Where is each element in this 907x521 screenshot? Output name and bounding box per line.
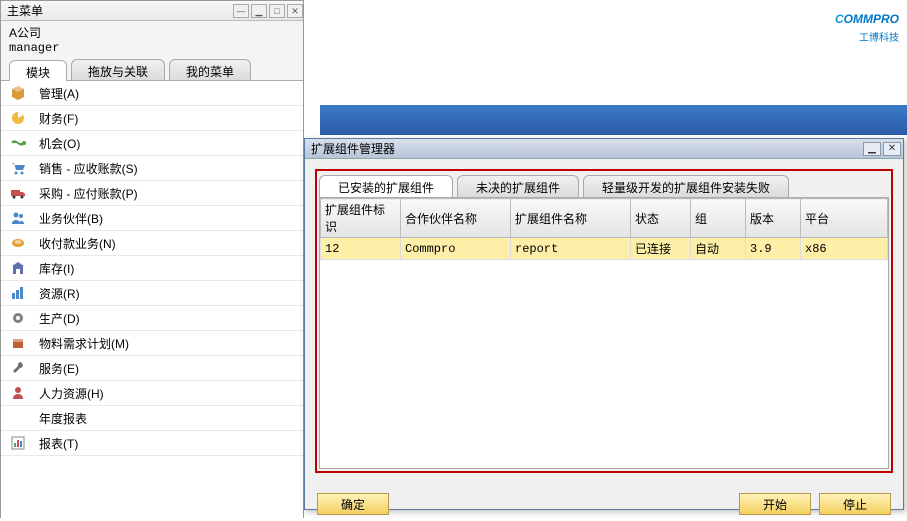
logo-text: COMMPRO (835, 6, 899, 29)
module-label: 报表(T) (35, 435, 78, 452)
blank-icon (9, 409, 27, 427)
cell-partner: Commpro (401, 238, 511, 260)
maximize-icon[interactable]: □ (269, 4, 285, 18)
bars-icon (9, 284, 27, 302)
col-id[interactable]: 扩展组件标识 (321, 199, 401, 238)
company-label: A公司 (1, 21, 303, 41)
module-label: 库存(I) (35, 260, 74, 277)
module-label: 销售 - 应收账款(S) (35, 160, 138, 177)
module-label: 管理(A) (35, 85, 79, 102)
module-label: 服务(E) (35, 360, 79, 377)
truck-icon (9, 184, 27, 202)
module-item-5[interactable]: 业务伙伴(B) (1, 206, 303, 231)
people-icon (9, 209, 27, 227)
logo: COMMPRO 工博科技 (835, 6, 899, 44)
module-item-6[interactable]: 收付款业务(N) (1, 231, 303, 256)
col-version[interactable]: 版本 (746, 199, 801, 238)
col-partner[interactable]: 合作伙伴名称 (401, 199, 511, 238)
cell-group: 自动 (691, 238, 746, 260)
flow-icon (9, 134, 27, 152)
dialog-body: 已安装的扩展组件 未决的扩展组件 轻量级开发的扩展组件安装失败 扩展组件标识 合… (305, 159, 903, 483)
logo-subtitle: 工博科技 (835, 29, 899, 44)
wrench-icon (9, 359, 27, 377)
module-item-1[interactable]: 财务(F) (1, 106, 303, 131)
main-menu-tabs: 模块 拖放与关联 我的菜单 (1, 59, 303, 81)
cell-platform: x86 (801, 238, 888, 260)
cube-icon (9, 84, 27, 102)
main-menu-title: 主菜单 (7, 1, 43, 21)
col-group[interactable]: 组 (691, 199, 746, 238)
start-button[interactable]: 开始 (739, 493, 811, 515)
col-status[interactable]: 状态 (631, 199, 691, 238)
module-item-8[interactable]: 资源(R) (1, 281, 303, 306)
module-label: 人力资源(H) (35, 385, 104, 402)
extension-manager-dialog: 扩展组件管理器 ▁ ✕ 已安装的扩展组件 未决的扩展组件 轻量级开发的扩展组件安… (304, 138, 904, 510)
header-bar (320, 105, 907, 135)
extension-tabs: 已安装的扩展组件 未决的扩展组件 轻量级开发的扩展组件安装失败 (319, 175, 889, 197)
main-menu-title-buttons: — ▁ □ ✕ (231, 4, 303, 18)
module-item-11[interactable]: 服务(E) (1, 356, 303, 381)
tab-mymenu[interactable]: 我的菜单 (169, 59, 251, 80)
close-icon[interactable]: ✕ (287, 4, 303, 18)
module-list: 管理(A) 财务(F) 机会(O) 销售 - 应收账款(S) 采购 - 应付账款(P) 业… (1, 81, 303, 521)
dialog-title-buttons: ▁ ✕ (863, 142, 901, 156)
module-item-3[interactable]: 销售 - 应收账款(S) (1, 156, 303, 181)
module-label: 物料需求计划(M) (35, 335, 129, 352)
extension-table: 扩展组件标识 合作伙伴名称 扩展组件名称 状态 组 版本 平台 12Commpr… (320, 198, 888, 260)
tab-installed[interactable]: 已安装的扩展组件 (319, 175, 453, 197)
person-icon (9, 384, 27, 402)
module-label: 生产(D) (35, 310, 80, 327)
cart-icon (9, 159, 27, 177)
col-name[interactable]: 扩展组件名称 (511, 199, 631, 238)
module-item-4[interactable]: 采购 - 应付账款(P) (1, 181, 303, 206)
pkg-icon (9, 334, 27, 352)
module-item-13[interactable]: 年度报表 (1, 406, 303, 431)
user-label: manager (1, 41, 303, 59)
cell-status: 已连接 (631, 238, 691, 260)
module-item-9[interactable]: 生产(D) (1, 306, 303, 331)
module-label: 业务伙伴(B) (35, 210, 103, 227)
tab-dragdrop[interactable]: 拖放与关联 (71, 59, 165, 80)
ok-button[interactable]: 确定 (317, 493, 389, 515)
collapse-icon[interactable]: — (233, 4, 249, 18)
main-menu-panel: 主菜单 — ▁ □ ✕ A公司 manager 模块 拖放与关联 我的菜单 管理… (0, 0, 304, 518)
module-label: 采购 - 应付账款(P) (35, 185, 138, 202)
dialog-close-icon[interactable]: ✕ (883, 142, 901, 156)
module-item-2[interactable]: 机会(O) (1, 131, 303, 156)
highlighted-region: 已安装的扩展组件 未决的扩展组件 轻量级开发的扩展组件安装失败 扩展组件标识 合… (315, 169, 893, 473)
minimize-icon[interactable]: ▁ (251, 4, 267, 18)
module-label: 年度报表 (35, 410, 87, 427)
module-label: 机会(O) (35, 135, 80, 152)
tab-pending[interactable]: 未决的扩展组件 (457, 175, 579, 197)
dialog-titlebar[interactable]: 扩展组件管理器 ▁ ✕ (305, 139, 903, 159)
module-item-0[interactable]: 管理(A) (1, 81, 303, 106)
table-header-row: 扩展组件标识 合作伙伴名称 扩展组件名称 状态 组 版本 平台 (321, 199, 888, 238)
dialog-title: 扩展组件管理器 (311, 140, 395, 157)
cell-id: 12 (321, 238, 401, 260)
module-item-12[interactable]: 人力资源(H) (1, 381, 303, 406)
coin-icon (9, 234, 27, 252)
module-item-14[interactable]: 报表(T) (1, 431, 303, 456)
tab-modules[interactable]: 模块 (9, 60, 67, 81)
module-label: 收付款业务(N) (35, 235, 116, 252)
cell-version: 3.9 (746, 238, 801, 260)
module-item-10[interactable]: 物料需求计划(M) (1, 331, 303, 356)
dialog-minimize-icon[interactable]: ▁ (863, 142, 881, 156)
main-menu-titlebar: 主菜单 — ▁ □ ✕ (1, 1, 303, 21)
table-row[interactable]: 12Commproreport已连接自动3.9x86 (321, 238, 888, 260)
tab-failed[interactable]: 轻量级开发的扩展组件安装失败 (583, 175, 789, 197)
stop-button[interactable]: 停止 (819, 493, 891, 515)
chart-icon (9, 434, 27, 452)
col-platform[interactable]: 平台 (801, 199, 888, 238)
module-item-7[interactable]: 库存(I) (1, 256, 303, 281)
extension-table-wrap: 扩展组件标识 合作伙伴名称 扩展组件名称 状态 组 版本 平台 12Commpr… (319, 197, 889, 469)
cell-name: report (511, 238, 631, 260)
module-label: 资源(R) (35, 285, 80, 302)
pie-icon (9, 109, 27, 127)
store-icon (9, 259, 27, 277)
gear-icon (9, 309, 27, 327)
module-label: 财务(F) (35, 110, 78, 127)
dialog-button-bar: 确定 开始 停止 (305, 483, 903, 521)
